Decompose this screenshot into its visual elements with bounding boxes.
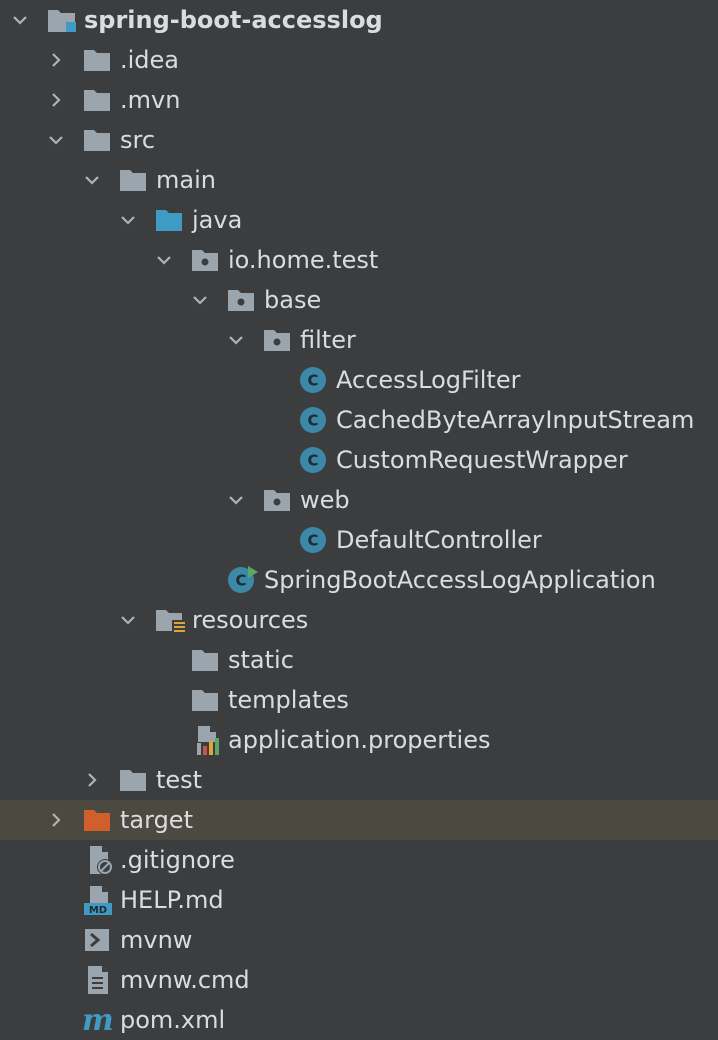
excluded-folder-icon	[82, 806, 112, 834]
text-file-icon	[86, 966, 116, 994]
class-icon: C	[299, 366, 329, 394]
chevron-right-icon[interactable]	[46, 90, 66, 110]
chevron-down-icon[interactable]	[226, 330, 246, 350]
ignored-file-icon	[86, 846, 116, 875]
package-icon	[226, 286, 256, 314]
folder-icon	[190, 686, 220, 714]
class-icon: C	[299, 446, 329, 474]
class-letter: C	[307, 452, 318, 470]
tree-row-mvn[interactable]: .mvn	[0, 80, 718, 120]
tree-label: io.home.test	[228, 246, 379, 274]
tree-row-idea[interactable]: .idea	[0, 40, 718, 80]
tree-row-cached-byte-array-input-stream[interactable]: C CachedByteArrayInputStream	[0, 400, 718, 440]
source-folder-icon	[154, 206, 184, 234]
tree-row-test[interactable]: test	[0, 760, 718, 800]
shell-script-icon	[84, 926, 114, 954]
maven-letter: m	[82, 1006, 114, 1036]
tree-label: spring-boot-accesslog	[84, 6, 383, 34]
tree-row-src[interactable]: src	[0, 120, 718, 160]
tree-row-target[interactable]: target	[0, 800, 718, 840]
tree-row-java[interactable]: java	[0, 200, 718, 240]
class-icon: C	[299, 526, 329, 554]
tree-label: AccessLogFilter	[336, 366, 521, 394]
class-letter: C	[307, 372, 318, 390]
tree-row-resources[interactable]: resources	[0, 600, 718, 640]
tree-label: application.properties	[228, 726, 491, 754]
tree-label: resources	[192, 606, 309, 634]
folder-icon	[82, 46, 112, 74]
chevron-down-icon[interactable]	[82, 170, 102, 190]
project-tree: spring-boot-accesslog .idea .mvn src mai…	[0, 0, 718, 1040]
tree-label: HELP.md	[120, 886, 224, 914]
runnable-class-icon: C	[227, 566, 258, 594]
tree-row-application-properties[interactable]: application.properties	[0, 720, 718, 760]
tree-row-package[interactable]: io.home.test	[0, 240, 718, 280]
markdown-file-icon: MD	[84, 886, 114, 916]
tree-label: static	[228, 646, 294, 674]
tree-label: test	[156, 766, 203, 794]
chevron-right-icon[interactable]	[82, 770, 102, 790]
tree-label: java	[192, 206, 243, 234]
tree-row-application-class[interactable]: C SpringBootAccessLogApplication	[0, 560, 718, 600]
tree-row-templates[interactable]: templates	[0, 680, 718, 720]
markdown-badge: MD	[89, 905, 107, 916]
chevron-right-icon[interactable]	[46, 810, 66, 830]
package-icon	[190, 246, 220, 274]
tree-row-gitignore[interactable]: .gitignore	[0, 840, 718, 880]
tree-row-pom-xml[interactable]: m pom.xml	[0, 1000, 718, 1040]
chevron-right-icon[interactable]	[46, 50, 66, 70]
chevron-down-icon[interactable]	[190, 290, 210, 310]
folder-icon	[82, 126, 112, 154]
tree-row-custom-request-wrapper[interactable]: C CustomRequestWrapper	[0, 440, 718, 480]
chevron-down-icon[interactable]	[118, 210, 138, 230]
tree-label: target	[120, 806, 193, 834]
tree-label: CustomRequestWrapper	[336, 446, 628, 474]
tree-label: SpringBootAccessLogApplication	[264, 566, 656, 594]
tree-label: mvnw	[120, 926, 193, 954]
class-letter: C	[307, 412, 318, 430]
tree-row-static[interactable]: static	[0, 640, 718, 680]
tree-label: filter	[300, 326, 356, 354]
tree-label: src	[120, 126, 156, 154]
maven-icon: m	[80, 1006, 114, 1036]
tree-label: main	[156, 166, 216, 194]
resources-folder-icon	[154, 606, 186, 634]
chevron-down-icon[interactable]	[118, 610, 138, 630]
tree-label: templates	[228, 686, 349, 714]
tree-row-access-log-filter[interactable]: C AccessLogFilter	[0, 360, 718, 400]
module-folder-icon	[46, 6, 76, 34]
class-letter: C	[235, 572, 246, 590]
tree-row-mvnw-cmd[interactable]: mvnw.cmd	[0, 960, 718, 1000]
tree-row-web[interactable]: web	[0, 480, 718, 520]
folder-icon	[190, 646, 220, 674]
tree-row-base[interactable]: base	[0, 280, 718, 320]
tree-label: pom.xml	[120, 1006, 226, 1034]
tree-label: base	[264, 286, 322, 314]
tree-row-root[interactable]: spring-boot-accesslog	[0, 0, 718, 40]
properties-file-icon	[194, 726, 224, 755]
tree-label: web	[300, 486, 350, 514]
folder-icon	[82, 86, 112, 114]
chevron-down-icon[interactable]	[154, 250, 174, 270]
tree-label: DefaultController	[336, 526, 542, 554]
tree-row-mvnw[interactable]: mvnw	[0, 920, 718, 960]
class-letter: C	[307, 532, 318, 550]
chevron-down-icon[interactable]	[10, 10, 30, 30]
tree-row-main[interactable]: main	[0, 160, 718, 200]
chevron-down-icon[interactable]	[46, 130, 66, 150]
tree-row-help-md[interactable]: MD HELP.md	[0, 880, 718, 920]
tree-row-default-controller[interactable]: C DefaultController	[0, 520, 718, 560]
tree-label: .idea	[120, 46, 180, 74]
class-icon: C	[299, 406, 329, 434]
folder-icon	[118, 166, 148, 194]
tree-label: .mvn	[120, 86, 181, 114]
folder-icon	[118, 766, 148, 794]
package-icon	[262, 486, 292, 514]
package-icon	[262, 326, 292, 354]
tree-label: mvnw.cmd	[120, 966, 250, 994]
tree-label: .gitignore	[120, 846, 235, 874]
tree-label: CachedByteArrayInputStream	[336, 406, 695, 434]
chevron-down-icon[interactable]	[226, 490, 246, 510]
tree-row-filter[interactable]: filter	[0, 320, 718, 360]
